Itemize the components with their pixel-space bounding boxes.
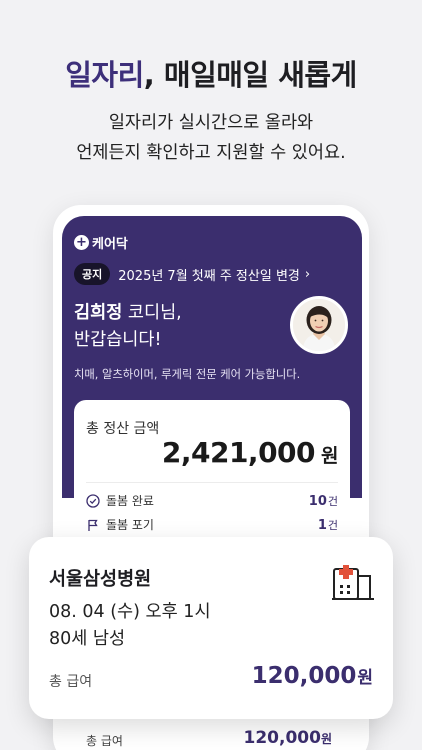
job-pay-amount: 120,000원	[252, 663, 373, 689]
profile-photo-icon	[293, 299, 345, 351]
notice-banner[interactable]: 공지 2025년 7월 첫째 주 정산일 변경 ›	[74, 263, 310, 285]
partial-pay-amount-value: 120,000	[243, 728, 321, 748]
greeting-line-2: 반갑습니다!	[74, 330, 162, 350]
subtitle-line-1: 일자리가 실시간으로 올라와	[108, 113, 314, 133]
partial-pay-amount: 120,000원	[244, 728, 332, 748]
settlement-label: 총 정산 금액	[86, 421, 160, 437]
job-card[interactable]: 서울삼성병원 08. 04 (수) 오후 1시 80세 남성 총 급여 120,…	[29, 537, 393, 719]
brand-name: 케어닥	[92, 237, 128, 252]
partial-pay-amount-unit: 원	[320, 732, 332, 746]
settlement-amount-value: 2,421,000	[161, 436, 316, 469]
stat-label: 돌봄 완료	[106, 494, 154, 508]
stat-count-value: 10	[308, 493, 327, 509]
stat-row-completed[interactable]: 돌봄 완료 10건	[86, 492, 338, 509]
greeting-suffix: 코디님,	[122, 303, 182, 323]
stat-count-unit: 건	[327, 494, 338, 508]
chevron-right-icon: ›	[304, 266, 311, 282]
stat-row-abandoned[interactable]: 돌봄 포기 1건	[86, 516, 338, 533]
specialty-text: 치매, 알츠하이머, 루게릭 전문 케어 가능합니다.	[74, 368, 301, 381]
job-datetime: 08. 04 (수) 오후 1시	[49, 602, 211, 622]
hospital-building-icon	[332, 565, 374, 600]
job-pay-amount-unit: 원	[357, 668, 373, 688]
partial-job-row: 총 급여 120,000원	[62, 726, 362, 750]
brand-logo[interactable]: + 케어닥	[74, 233, 128, 252]
greeting: 김희정 코디님, 반갑습니다!	[74, 300, 182, 354]
avatar[interactable]	[290, 296, 348, 354]
subtitle: 일자리가 실시간으로 올라와 언제든지 확인하고 지원할 수 있어요.	[0, 108, 422, 168]
stat-label: 돌봄 포기	[106, 518, 154, 532]
coordinator-name: 김희정	[74, 303, 123, 323]
settlement-amount: 2,421,000 원	[161, 436, 339, 469]
check-circle-icon	[86, 493, 100, 508]
job-pay-amount-value: 120,000	[251, 663, 357, 689]
job-details: 08. 04 (수) 오후 1시 80세 남성	[49, 599, 211, 653]
flag-icon	[88, 519, 98, 531]
settlement-amount-unit: 원	[321, 445, 338, 467]
stat-count: 1건	[318, 517, 338, 533]
stat-count-value: 1	[317, 517, 327, 533]
stat-count: 10건	[309, 493, 338, 509]
job-patient: 80세 남성	[49, 629, 126, 649]
headline: 일자리, 매일매일 새롭게	[0, 52, 422, 94]
notice-text: 2025년 7월 첫째 주 정산일 변경	[118, 268, 300, 284]
divider	[86, 482, 338, 483]
headline-accent: 일자리	[65, 58, 144, 92]
job-pay-label: 총 급여	[49, 674, 93, 690]
plus-icon: +	[74, 235, 89, 250]
headline-rest: , 매일매일 새롭게	[143, 58, 357, 92]
hospital-name: 서울삼성병원	[49, 569, 152, 590]
stat-count-unit: 건	[327, 518, 338, 532]
partial-pay-label: 총 급여	[86, 734, 123, 748]
subtitle-line-2: 언제든지 확인하고 지원할 수 있어요.	[76, 143, 346, 163]
notice-badge: 공지	[74, 263, 111, 285]
